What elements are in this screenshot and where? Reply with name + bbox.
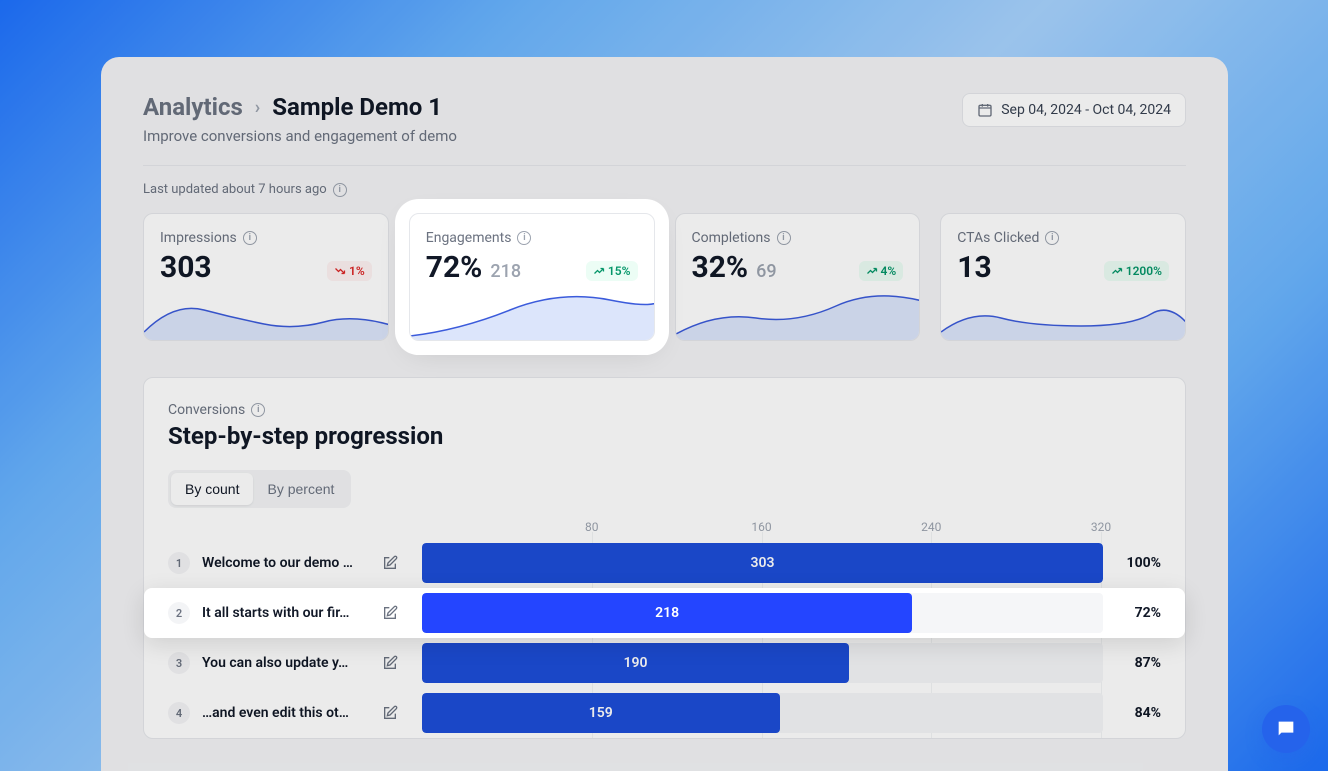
card-secondary: 218 — [490, 261, 521, 282]
delta-badge: 1200% — [1104, 261, 1169, 281]
date-range-picker[interactable]: Sep 04, 2024 - Oct 04, 2024 — [962, 93, 1186, 127]
conversions-card: Conversionsi Step-by-step progression By… — [143, 377, 1186, 739]
axis-tick: 80 — [585, 520, 599, 534]
step-row: 1 Welcome to our demo … 303 100% — [168, 538, 1161, 588]
last-updated: Last updated about 7 hours ago i — [143, 182, 1186, 197]
bar-fill: 190 — [422, 643, 849, 683]
chevron-right-icon: › — [255, 97, 260, 118]
axis-tick: 240 — [921, 520, 941, 534]
edit-icon[interactable] — [382, 605, 398, 621]
bar-track: 159 — [422, 693, 1103, 733]
step-number: 1 — [168, 552, 190, 574]
info-icon[interactable]: i — [251, 403, 265, 417]
step-chart: 80 160 240 320 1 Welcome to our demo … 3… — [168, 520, 1161, 738]
sparkline — [410, 292, 655, 340]
metric-cards: Impressions i 303 1% Engagements i 72% 218 … — [143, 213, 1186, 341]
edit-icon[interactable] — [382, 555, 398, 571]
delta-badge: 15% — [586, 261, 638, 281]
trend-up-icon — [593, 265, 605, 277]
edit-icon[interactable] — [382, 655, 398, 671]
step-percent: 84% — [1115, 705, 1161, 721]
card-secondary: 69 — [756, 261, 776, 282]
card-title: Completions — [692, 230, 771, 246]
step-number: 3 — [168, 652, 190, 674]
delta-badge: 1% — [327, 261, 372, 281]
step-percent: 100% — [1115, 555, 1161, 571]
card-value: 32% — [692, 250, 749, 285]
last-updated-text: Last updated about 7 hours ago — [143, 182, 327, 197]
page-subtitle: Improve conversions and engagement of de… — [143, 127, 457, 145]
card-value: 13 — [957, 250, 991, 285]
breadcrumb-parent[interactable]: Analytics — [143, 93, 243, 121]
conversions-title: Step-by-step progression — [168, 422, 1161, 450]
bar-fill: 218 — [422, 593, 912, 633]
tab-by-percent[interactable]: By percent — [253, 473, 348, 505]
card-title: Impressions — [160, 230, 237, 246]
calendar-icon — [977, 102, 993, 118]
axis-tick: 160 — [751, 520, 771, 534]
date-range-text: Sep 04, 2024 - Oct 04, 2024 — [1001, 102, 1171, 118]
bar-track: 190 — [422, 643, 1103, 683]
x-axis: 80 160 240 320 — [422, 520, 1101, 538]
card-completions[interactable]: Completions i 32% 69 4% — [675, 213, 921, 341]
sparkline — [144, 292, 389, 340]
card-title: CTAs Clicked — [957, 230, 1039, 246]
step-number: 2 — [168, 602, 190, 624]
step-number: 4 — [168, 702, 190, 724]
divider — [143, 165, 1186, 166]
card-title: Engagements — [426, 230, 512, 246]
axis-tick: 320 — [1091, 520, 1111, 534]
analytics-panel: Analytics › Sample Demo 1 Improve conver… — [101, 57, 1228, 771]
trend-up-icon — [866, 265, 878, 277]
step-label: You can also update y… — [202, 655, 370, 671]
bar-track: 303 — [422, 543, 1103, 583]
info-icon[interactable]: i — [517, 231, 531, 245]
delta-badge: 4% — [859, 261, 904, 281]
sparkline — [676, 292, 921, 340]
page-header: Analytics › Sample Demo 1 Improve conver… — [143, 93, 1186, 145]
info-icon[interactable]: i — [333, 183, 347, 197]
card-impressions[interactable]: Impressions i 303 1% — [143, 213, 389, 341]
step-percent: 72% — [1115, 605, 1161, 621]
step-label: Welcome to our demo … — [202, 555, 370, 571]
step-row: 3 You can also update y… 190 87% — [168, 638, 1161, 688]
bar-fill: 303 — [422, 543, 1103, 583]
bar-fill: 159 — [422, 693, 780, 733]
info-icon[interactable]: i — [777, 231, 791, 245]
sparkline — [941, 292, 1186, 340]
step-label: It all starts with our fir… — [202, 605, 370, 621]
step-percent: 87% — [1115, 655, 1161, 671]
step-label: …and even edit this ot… — [202, 705, 370, 721]
card-value: 72% — [426, 250, 483, 285]
bar-track: 218 — [422, 593, 1103, 633]
trend-up-icon — [1111, 265, 1123, 277]
info-icon[interactable]: i — [243, 231, 257, 245]
chart-rows: 1 Welcome to our demo … 303 100% 2 It al… — [168, 538, 1161, 738]
breadcrumb: Analytics › Sample Demo 1 — [143, 93, 457, 121]
info-icon[interactable]: i — [1045, 231, 1059, 245]
step-row-highlighted: 2 It all starts with our fir… 218 72% — [144, 588, 1185, 638]
chat-button[interactable] — [1262, 705, 1310, 753]
edit-icon[interactable] — [382, 705, 398, 721]
card-value: 303 — [160, 250, 212, 285]
view-toggle: By count By percent — [168, 470, 351, 508]
conversions-label: Conversionsi — [168, 402, 1161, 418]
card-engagements[interactable]: Engagements i 72% 218 15% — [409, 213, 655, 341]
trend-down-icon — [334, 265, 346, 277]
breadcrumb-current: Sample Demo 1 — [272, 93, 442, 121]
chat-icon — [1275, 718, 1297, 740]
step-row: 4 …and even edit this ot… 159 84% — [168, 688, 1161, 738]
card-ctas[interactable]: CTAs Clicked i 13 1200% — [940, 213, 1186, 341]
tab-by-count[interactable]: By count — [171, 473, 253, 505]
